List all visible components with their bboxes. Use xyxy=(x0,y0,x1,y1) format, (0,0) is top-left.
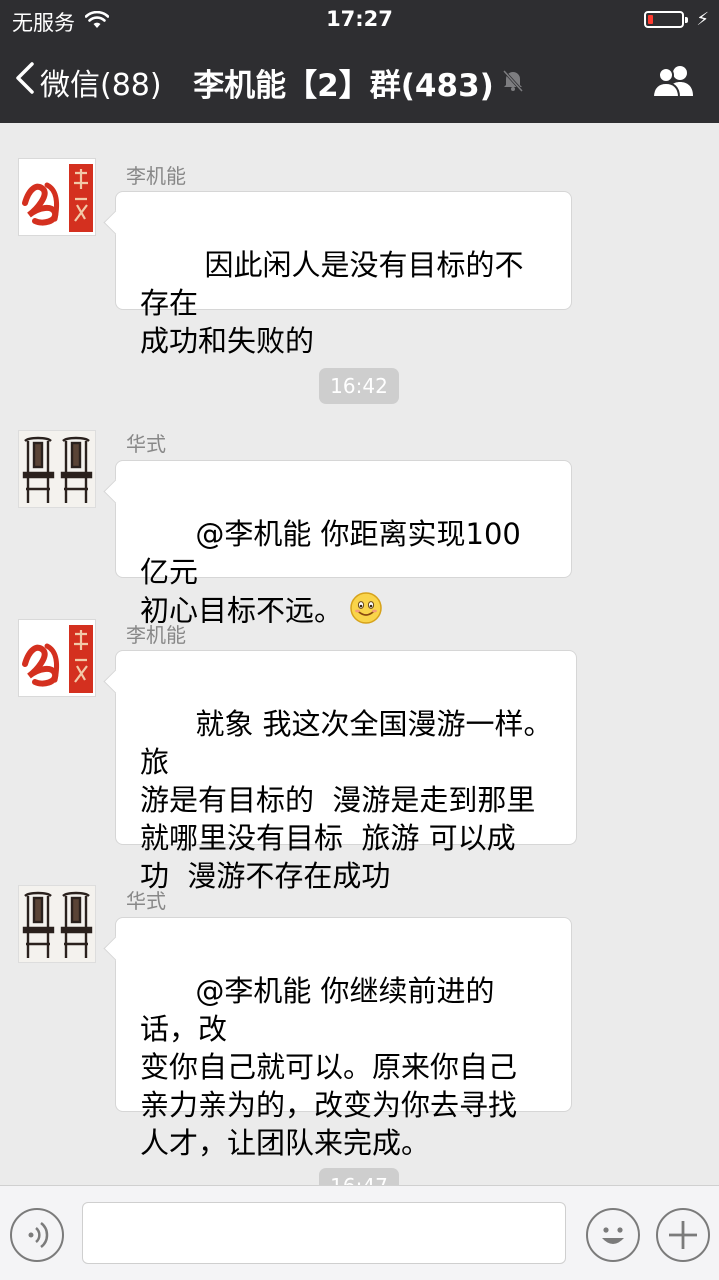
red-seal-avatar[interactable] xyxy=(18,158,96,236)
input-bar xyxy=(0,1185,719,1280)
people-icon xyxy=(651,66,695,102)
red-seal-avatar[interactable] xyxy=(18,619,96,697)
time-divider: 16:47 xyxy=(319,1168,399,1185)
more-button[interactable] xyxy=(656,1208,710,1262)
nav-bar: 微信(88) 李机能【2】群(483) xyxy=(0,40,719,123)
voice-button[interactable] xyxy=(10,1208,64,1262)
message-bubble[interactable]: 因此闲人是没有目标的不存在 成功和失败的 xyxy=(115,191,572,358)
sender-name: 华式 xyxy=(126,432,166,456)
status-bar: 无服务 17:27 ⚡ xyxy=(0,0,719,40)
message-text: @李机能 你距离实现100亿元 初心目标不远。 xyxy=(140,517,521,628)
sender-name: 华式 xyxy=(126,889,166,913)
chairs-avatar[interactable] xyxy=(18,430,96,508)
charging-icon: ⚡ xyxy=(696,9,709,30)
chat-title: 李机能【2】群(483) xyxy=(193,68,494,104)
smiley-emoji-icon xyxy=(349,591,383,634)
battery-level xyxy=(648,15,654,24)
group-members-button[interactable] xyxy=(651,64,695,102)
mute-bell-icon xyxy=(500,65,526,101)
battery-icon xyxy=(644,11,689,28)
sender-name: 李机能 xyxy=(126,164,186,188)
message-text: 就象 我这次全国漫游一样。旅 游是有目标的 漫游是走到那里 就哪里没有目标 旅游… xyxy=(140,707,553,893)
message-text: 因此闲人是没有目标的不存在 成功和失败的 xyxy=(140,248,524,358)
chat-area[interactable]: 李机能 因此闲人是没有目标的不存在 成功和失败的 16:42 华式 @李机能 你… xyxy=(0,123,719,1185)
clock: 17:27 xyxy=(326,7,393,31)
chairs-avatar[interactable] xyxy=(18,885,96,963)
message-text: @李机能 你继续前进的话，改 变你自己就可以。原来你自己 亲力亲为的，改变为你去… xyxy=(140,974,518,1160)
chat-title-container: 李机能【2】群(483) xyxy=(0,60,719,105)
message-bubble[interactable]: @李机能 你距离实现100亿元 初心目标不远。 xyxy=(115,460,572,628)
message-input[interactable] xyxy=(82,1202,566,1264)
emoji-button[interactable] xyxy=(586,1208,640,1262)
message-bubble[interactable]: 就象 我这次全国漫游一样。旅 游是有目标的 漫游是走到那里 就哪里没有目标 旅游… xyxy=(115,650,577,893)
sender-name: 李机能 xyxy=(126,623,186,647)
message-bubble[interactable]: @李机能 你继续前进的话，改 变你自己就可以。原来你自己 亲力亲为的，改变为你去… xyxy=(115,917,572,1160)
time-divider: 16:42 xyxy=(319,368,399,404)
status-right: ⚡ xyxy=(644,9,709,30)
